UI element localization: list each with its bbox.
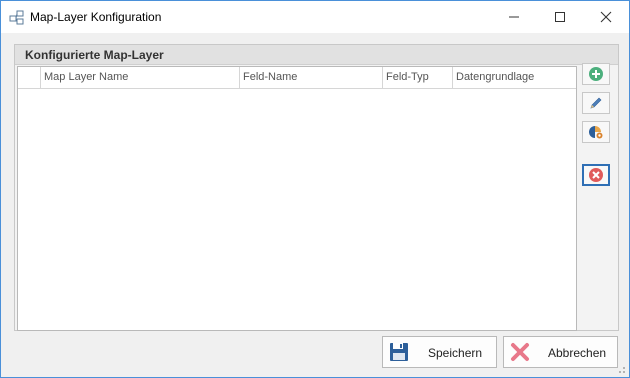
- minimize-button[interactable]: [491, 1, 537, 33]
- maximize-icon: [555, 12, 565, 22]
- delete-icon: [589, 168, 603, 182]
- grid-header: Map Layer Name Feld-Name Feld-Typ Dateng…: [18, 67, 576, 89]
- add-layer-button[interactable]: [582, 63, 610, 85]
- resize-grip-icon[interactable]: [616, 364, 626, 374]
- pencil-icon: [590, 97, 602, 109]
- minimize-icon: [509, 16, 519, 18]
- cancel-button-label: Abbrechen: [548, 346, 607, 360]
- network-icon: [9, 9, 25, 25]
- dialog-window: Map-Layer Konfiguration Konfigurierte Ma…: [0, 0, 630, 378]
- title-bar[interactable]: Map-Layer Konfiguration: [1, 1, 629, 33]
- close-button[interactable]: [583, 1, 629, 33]
- cancel-x-icon: [511, 343, 529, 361]
- floppy-disk-icon: [390, 343, 408, 361]
- configured-layers-group: Konfigurierte Map-Layer Map Layer Name F…: [14, 44, 619, 331]
- palette-gear-icon: [589, 126, 603, 139]
- save-button-label: Speichern: [428, 346, 483, 360]
- edit-layer-button[interactable]: [582, 92, 610, 114]
- column-header-field-type[interactable]: Feld-Typ: [383, 67, 453, 88]
- column-header-map-layer-name[interactable]: Map Layer Name: [41, 67, 240, 88]
- window-title: Map-Layer Konfiguration: [30, 10, 162, 24]
- add-icon: [589, 67, 603, 81]
- delete-layer-button[interactable]: [582, 164, 610, 186]
- column-header-data-basis[interactable]: Datengrundlage: [453, 67, 576, 88]
- maximize-button[interactable]: [537, 1, 583, 33]
- column-header-field-name[interactable]: Feld-Name: [240, 67, 383, 88]
- close-icon: [600, 11, 612, 23]
- save-button[interactable]: Speichern: [382, 336, 497, 368]
- group-title: Konfigurierte Map-Layer: [25, 48, 164, 62]
- row-indicator-header[interactable]: [18, 67, 41, 88]
- layer-grid[interactable]: Map Layer Name Feld-Name Feld-Typ Dateng…: [17, 66, 577, 331]
- cancel-button[interactable]: Abbrechen: [503, 336, 618, 368]
- group-header: Konfigurierte Map-Layer: [15, 45, 618, 65]
- configure-layer-button[interactable]: [582, 121, 610, 143]
